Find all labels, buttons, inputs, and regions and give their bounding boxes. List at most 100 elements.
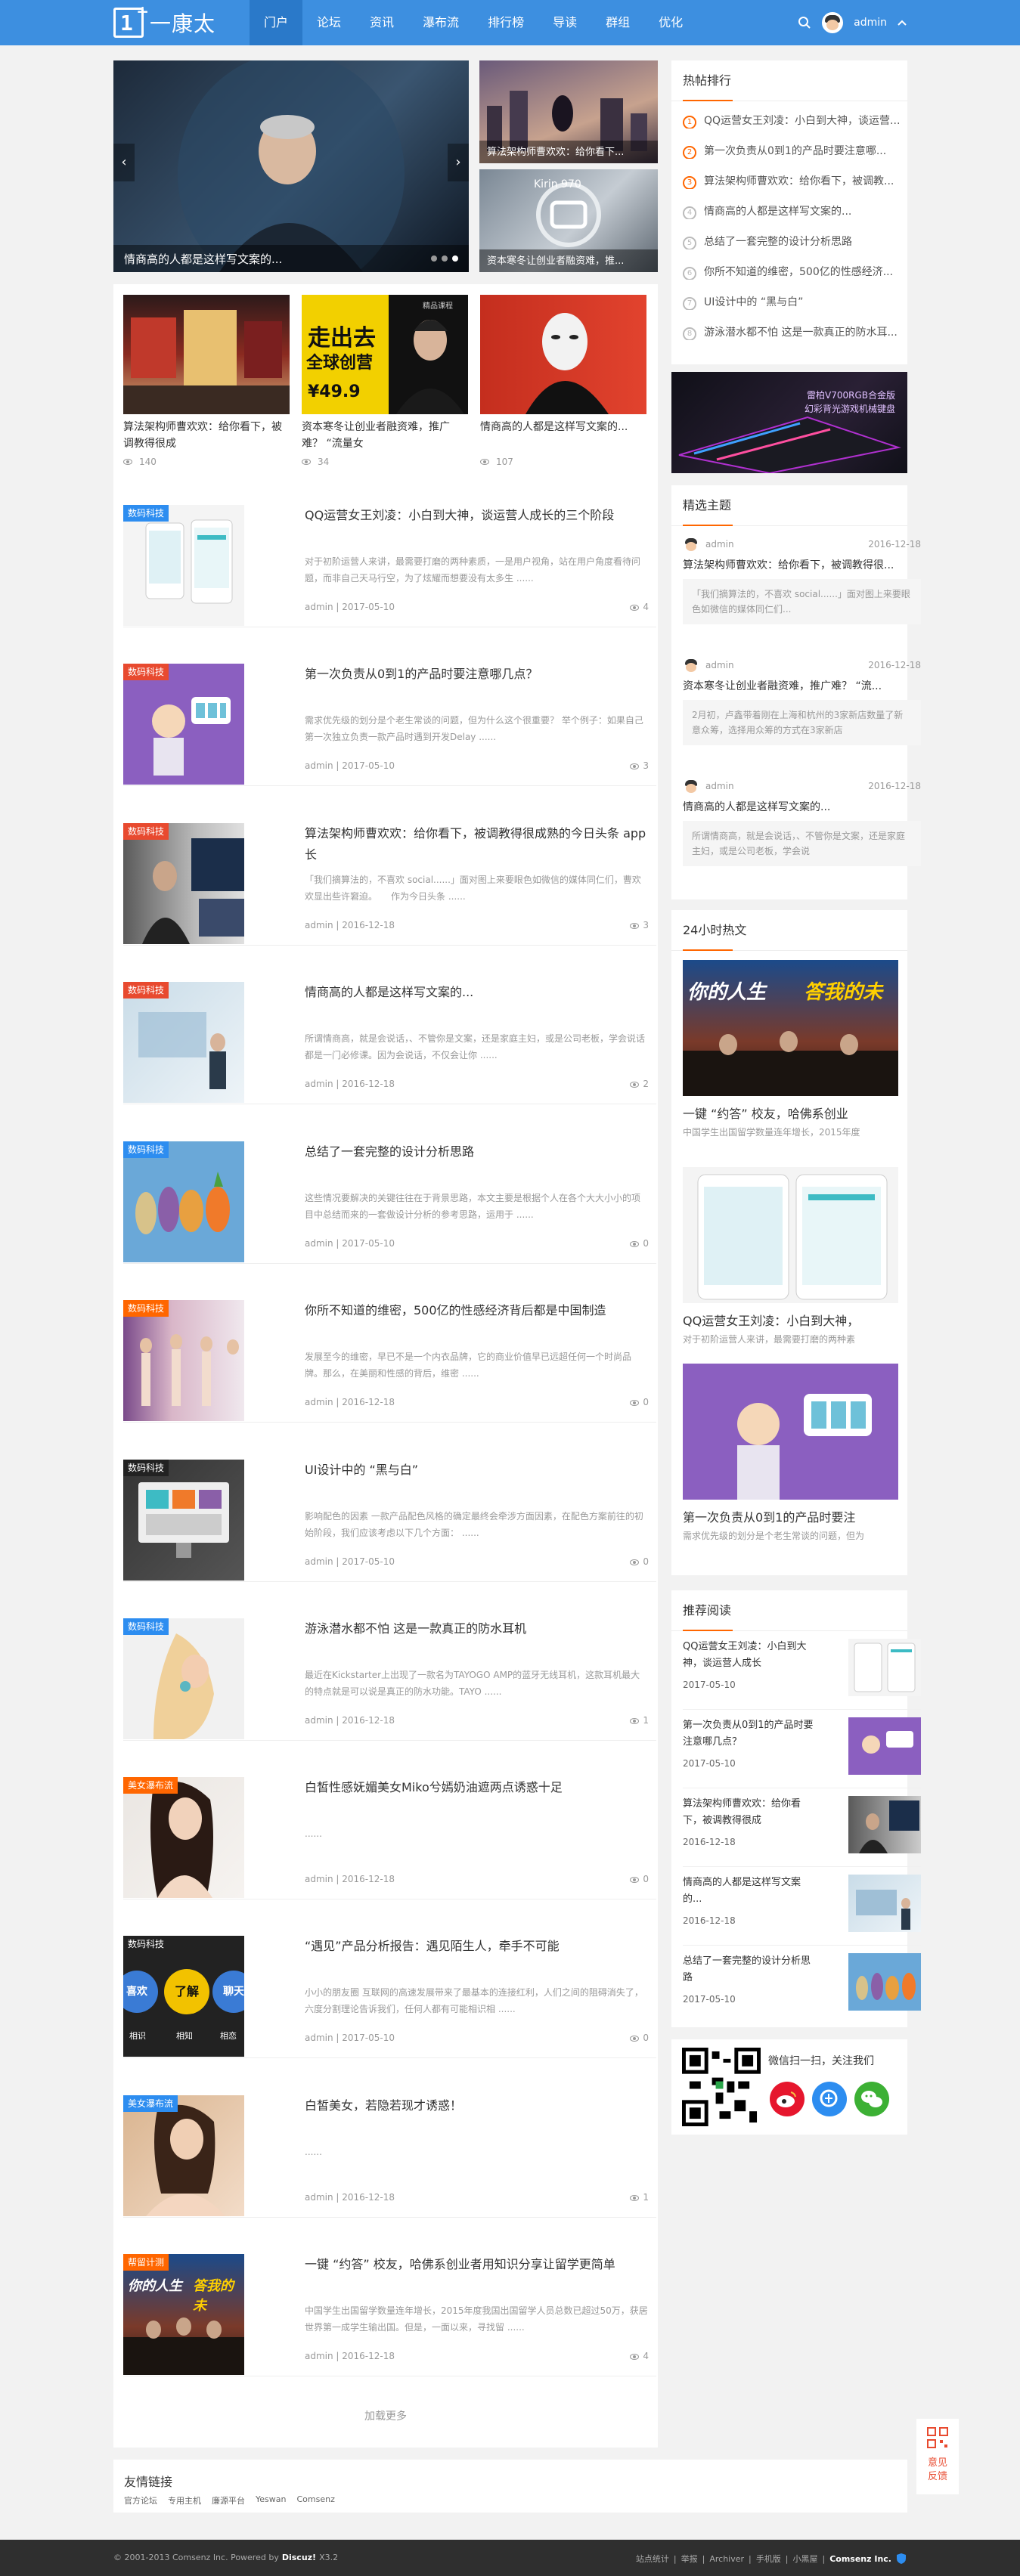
category-tag[interactable]: 数码科技 bbox=[123, 823, 169, 840]
hot-item-title[interactable]: 总结了一套完整的设计分析思路 bbox=[704, 236, 852, 248]
feedback-label[interactable]: 意见反馈 bbox=[926, 2457, 949, 2484]
category-tag[interactable]: 数码科技 bbox=[123, 982, 169, 999]
category-tag[interactable]: 帮留计测 bbox=[123, 2254, 169, 2271]
article-thumb[interactable]: 数码科技 喜欢 了解 聊天 相识 相知 相恋 bbox=[123, 1936, 244, 2057]
hot-item-title[interactable]: 算法架构师曹欢欢：给你看下，被调教... bbox=[704, 175, 894, 187]
slider-prev-button[interactable]: ‹ bbox=[113, 144, 135, 181]
friend-link[interactable]: Comsenz bbox=[296, 2494, 334, 2506]
article-thumb[interactable]: 数码科技 bbox=[123, 664, 244, 785]
hot-item-title[interactable]: UI设计中的 “黑与白” bbox=[704, 296, 803, 308]
card-title[interactable]: 资本寒冬让创业者融资难，推广难？ “流量女 bbox=[302, 419, 468, 452]
hot24-title[interactable]: 第一次负责从0到1的产品时要注 bbox=[683, 1509, 898, 1527]
chevron-up-icon[interactable] bbox=[898, 20, 907, 26]
article-thumb[interactable]: 数码科技 bbox=[123, 1300, 244, 1421]
category-tag[interactable]: 数码科技 bbox=[123, 1460, 169, 1476]
hot-item[interactable]: 4 情商高的人都是这样写文案的... bbox=[683, 204, 917, 219]
article-title[interactable]: 算法架构师曹欢欢：给你看下，被调教得很成熟的今日头条 app 长 bbox=[305, 823, 649, 865]
hot-item-title[interactable]: 游泳潜水都不怕 这是一款真正的防水耳... bbox=[704, 327, 898, 339]
wechat-icon[interactable] bbox=[854, 2082, 889, 2116]
company-link[interactable]: Comsenz Inc. bbox=[829, 2554, 891, 2564]
feedback-float[interactable]: 意见反馈 bbox=[916, 2419, 959, 2494]
article-title[interactable]: 情商高的人都是这样写文案的... bbox=[305, 982, 649, 1003]
featured-title[interactable]: 资本寒冬让创业者融资难，推广难？ “流... bbox=[683, 679, 921, 694]
article-title[interactable]: 一键 “约答” 校友，哈佛系创业者用知识分享让留学更简单 bbox=[305, 2254, 649, 2275]
slider-next-button[interactable]: › bbox=[448, 144, 469, 181]
slider-side-top[interactable]: 算法架构师曹欢欢：给你看下... bbox=[479, 60, 658, 163]
footer-link[interactable]: 手机版 bbox=[756, 2553, 781, 2565]
friend-link[interactable]: 官方论坛 bbox=[124, 2494, 157, 2506]
hot-item-title[interactable]: 第一次负责从0到1的产品时要注意哪... bbox=[704, 145, 886, 157]
article-thumb[interactable]: 美女瀑布流 bbox=[123, 2095, 244, 2216]
slider-dot[interactable] bbox=[442, 255, 448, 262]
article-thumb[interactable]: 数码科技 bbox=[123, 1460, 244, 1581]
card-title[interactable]: 算法架构师曹欢欢：给你看下，被调教得很成 bbox=[123, 419, 290, 452]
slider-caption[interactable]: 情商高的人都是这样写文案的... bbox=[124, 251, 282, 267]
article-thumb[interactable]: 数码科技 bbox=[123, 1141, 244, 1262]
footer-link[interactable]: 举报 bbox=[681, 2553, 698, 2565]
friend-link[interactable]: 专用主机 bbox=[168, 2494, 201, 2506]
author-name[interactable]: admin bbox=[705, 777, 734, 795]
category-tag[interactable]: 数码科技 bbox=[123, 1618, 169, 1635]
hot24-image[interactable] bbox=[683, 1167, 898, 1303]
nav-ranking[interactable]: 排行榜 bbox=[473, 0, 538, 45]
recommended-title[interactable]: 情商高的人都是这样写文案的... bbox=[683, 1875, 819, 1908]
author-avatar[interactable] bbox=[683, 657, 699, 673]
article-title[interactable]: “遇见”产品分析报告：遇见陌生人，牵手不可能 bbox=[305, 1936, 649, 1957]
article-title[interactable]: 白皙美女，若隐若现才诱惑！ bbox=[305, 2095, 649, 2116]
hot24-title[interactable]: 一键 “约答” 校友，哈佛系创业 bbox=[683, 1105, 898, 1123]
category-tag[interactable]: 数码科技 bbox=[123, 664, 169, 680]
article-title[interactable]: 游泳潜水都不怕 这是一款真正的防水耳机 bbox=[305, 1618, 649, 1639]
hot-item-title[interactable]: 情商高的人都是这样写文案的... bbox=[704, 206, 851, 218]
footer-link[interactable]: 小黑屋 bbox=[792, 2553, 817, 2565]
article-title[interactable]: 你所不知道的维密，500亿的性感经济背后都是中国制造 bbox=[305, 1300, 649, 1321]
author-avatar[interactable] bbox=[683, 536, 699, 553]
recommended-thumb[interactable] bbox=[848, 1639, 921, 1696]
nav-portal[interactable]: 门户 bbox=[250, 0, 303, 45]
category-tag[interactable]: 数码科技 bbox=[123, 505, 169, 522]
card-image[interactable] bbox=[480, 295, 646, 414]
recommended-title[interactable]: 第一次负责从0到1的产品时要注意哪几点？ bbox=[683, 1717, 819, 1751]
pay-icon[interactable] bbox=[812, 2082, 847, 2116]
article-title[interactable]: QQ运营女王刘凌：小白到大神，谈运营人成长的三个阶段 bbox=[305, 505, 649, 526]
recommended-title[interactable]: 总结了一套完整的设计分析思路 bbox=[683, 1953, 819, 1986]
nav-waterfall[interactable]: 瀑布流 bbox=[408, 0, 473, 45]
hot-item-title[interactable]: 你所不知道的维密，500亿的性感经济... bbox=[704, 266, 893, 278]
nav-groups[interactable]: 群组 bbox=[591, 0, 644, 45]
nav-optimize[interactable]: 优化 bbox=[644, 0, 697, 45]
nav-forum[interactable]: 论坛 bbox=[302, 0, 355, 45]
friend-link[interactable]: Yeswan bbox=[256, 2494, 286, 2506]
slider-dot-active[interactable] bbox=[452, 255, 458, 262]
article-title[interactable]: 白皙性感妩媚美女Miko兮嫣奶油遮两点诱惑十足 bbox=[305, 1777, 649, 1798]
category-tag[interactable]: 美女瀑布流 bbox=[123, 1777, 178, 1794]
hot-item[interactable]: 5 总结了一套完整的设计分析思路 bbox=[683, 234, 917, 249]
user-avatar[interactable] bbox=[822, 12, 844, 33]
load-more-button[interactable]: 加载更多 bbox=[113, 2408, 658, 2423]
friend-link[interactable]: 廉源平台 bbox=[212, 2494, 245, 2506]
nav-news[interactable]: 资讯 bbox=[355, 0, 408, 45]
card-title[interactable]: 情商高的人都是这样写文案的... bbox=[480, 419, 646, 435]
side-caption[interactable]: 算法架构师曹欢欢：给你看下... bbox=[487, 144, 624, 158]
recommended-thumb[interactable] bbox=[848, 1717, 921, 1775]
card-image[interactable]: 走出去 全球创营 ¥49.9 精品课程 bbox=[302, 295, 468, 414]
category-tag[interactable]: 数码科技 bbox=[123, 1300, 169, 1317]
hot-item[interactable]: 1 QQ运营女王刘凌：小白到大神，谈运营... bbox=[683, 113, 917, 128]
hot-item[interactable]: 3 算法架构师曹欢欢：给你看下，被调教... bbox=[683, 174, 917, 189]
recommended-thumb[interactable] bbox=[848, 1796, 921, 1853]
side-caption[interactable]: 资本寒冬让创业者融资难，推... bbox=[487, 252, 624, 267]
author-avatar[interactable] bbox=[683, 778, 699, 794]
hot24-title[interactable]: QQ运营女王刘凌：小白到大神， bbox=[683, 1312, 898, 1330]
slider-side-bottom[interactable]: Kirin 970 资本寒冬让创业者融资难，推... bbox=[479, 169, 658, 272]
featured-title[interactable]: 情商高的人都是这样写文案的... bbox=[683, 800, 921, 815]
featured-title[interactable]: 算法架构师曹欢欢：给你看下，被调教得很... bbox=[683, 558, 921, 573]
hero-slider[interactable]: ‹ › 情商高的人都是这样写文案的... bbox=[113, 60, 469, 272]
hot-item[interactable]: 8 游泳潜水都不怕 这是一款真正的防水耳... bbox=[683, 325, 917, 340]
hot-item-title[interactable]: QQ运营女王刘凌：小白到大神，谈运营... bbox=[704, 115, 900, 127]
recommended-thumb[interactable] bbox=[848, 1953, 921, 2011]
site-logo[interactable]: 1 + 一康太 bbox=[113, 2, 215, 39]
article-thumb[interactable]: 数码科技 bbox=[123, 982, 244, 1103]
footer-link[interactable]: 站点统计 bbox=[636, 2553, 669, 2565]
hot-item[interactable]: 6 你所不知道的维密，500亿的性感经济... bbox=[683, 265, 917, 280]
article-thumb[interactable]: 美女瀑布流 bbox=[123, 1777, 244, 1898]
recommended-title[interactable]: 算法架构师曹欢欢：给你看下，被调教得很成 bbox=[683, 1796, 819, 1829]
category-tag[interactable]: 数码科技 bbox=[123, 1141, 169, 1158]
